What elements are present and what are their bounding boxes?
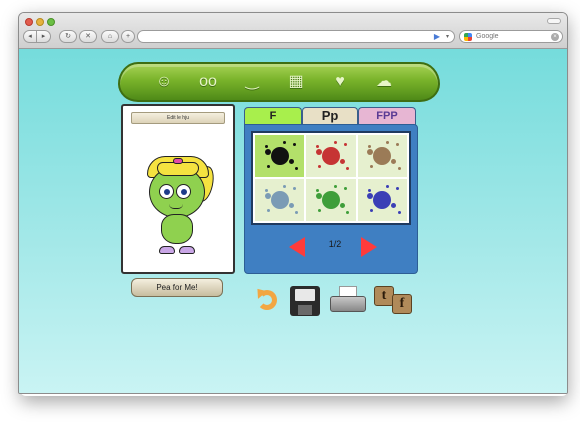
- home-icon: ⌂: [107, 33, 113, 40]
- bookmark-button[interactable]: +: [121, 30, 135, 43]
- paint-splat-icon: [367, 147, 397, 165]
- tab-pattern[interactable]: Pp: [302, 107, 358, 125]
- left-eye: [159, 184, 174, 199]
- save-button[interactable]: [290, 286, 320, 316]
- address-bar[interactable]: ▶ ▾: [137, 30, 455, 43]
- hair-bow: [173, 158, 183, 164]
- peapod-nav: ☺ oo ‿ ▦ ♥ ☁: [118, 62, 440, 102]
- facebook-icon[interactable]: f: [392, 294, 412, 314]
- previous-page-button[interactable]: [289, 237, 305, 257]
- reload-button[interactable]: ↻: [59, 30, 77, 43]
- stop-icon: ✕: [85, 33, 91, 40]
- body: [161, 214, 193, 244]
- mouth-icon[interactable]: ‿: [238, 70, 266, 94]
- chevron-down-icon[interactable]: ▾: [446, 32, 449, 42]
- go-icon[interactable]: ▶: [434, 32, 440, 42]
- plus-icon: +: [125, 33, 131, 40]
- next-page-button[interactable]: [361, 237, 377, 257]
- bangs: [157, 162, 199, 176]
- stop-button[interactable]: ✕: [79, 30, 97, 43]
- home-button[interactable]: ⌂: [101, 30, 119, 43]
- paint-swatch[interactable]: [255, 135, 305, 177]
- eyes-icon[interactable]: oo: [194, 70, 222, 94]
- outfit-icon[interactable]: ▦: [282, 70, 310, 94]
- paint-swatch[interactable]: [357, 179, 407, 221]
- character-illustration: [139, 152, 221, 262]
- shoes-icon[interactable]: ☁: [370, 70, 398, 94]
- minimize-window-button[interactable]: [36, 18, 44, 26]
- reload-icon: ↻: [65, 33, 71, 40]
- undo-button[interactable]: [252, 285, 281, 314]
- right-eye: [176, 184, 191, 199]
- forward-button[interactable]: ▸: [37, 30, 51, 43]
- pea-for-me-button[interactable]: Pea for Me!: [131, 278, 223, 297]
- paint-swatch[interactable]: [255, 179, 305, 221]
- toolbar-toggle-button[interactable]: [547, 18, 561, 24]
- character-preview: Edit le hju: [121, 104, 235, 274]
- search-bar[interactable]: ×: [459, 30, 563, 43]
- preview-title: Edit le hju: [131, 112, 225, 124]
- accessories-icon[interactable]: ♥: [326, 70, 354, 94]
- share-buttons: t f: [374, 286, 416, 316]
- twitter-icon[interactable]: t: [374, 286, 394, 306]
- paint-swatch[interactable]: [357, 135, 407, 177]
- close-window-button[interactable]: [25, 18, 33, 26]
- paint-splat-icon: [367, 191, 397, 209]
- browser-toolbar: ◂ ▸ ↻ ✕ ⌂ + ▶ ▾ ×: [19, 13, 567, 49]
- face-icon[interactable]: ☺: [150, 70, 178, 94]
- search-input[interactable]: [476, 31, 546, 42]
- swatch-grid: [251, 131, 411, 225]
- left-shoe: [159, 246, 175, 254]
- paint-swatch[interactable]: [306, 135, 356, 177]
- zoom-window-button[interactable]: [47, 18, 55, 26]
- paint-tabs: F Pp FPP: [244, 107, 416, 125]
- paint-splat-icon: [315, 191, 345, 209]
- tab-stickers[interactable]: FPP: [358, 107, 416, 125]
- tab-fill[interactable]: F: [244, 107, 302, 125]
- paint-panel: 1/2: [244, 124, 418, 274]
- paint-splat-icon: [264, 147, 294, 165]
- back-button[interactable]: ◂: [23, 30, 37, 43]
- clear-search-icon[interactable]: ×: [551, 33, 559, 41]
- google-icon: [464, 33, 472, 41]
- right-shoe: [179, 246, 195, 254]
- floppy-disk-icon: [295, 289, 315, 301]
- paint-splat-icon: [315, 147, 345, 165]
- print-button[interactable]: [330, 286, 366, 316]
- page-indicator: 1/2: [328, 239, 342, 249]
- paint-splat-icon: [264, 191, 294, 209]
- paint-swatch[interactable]: [306, 179, 356, 221]
